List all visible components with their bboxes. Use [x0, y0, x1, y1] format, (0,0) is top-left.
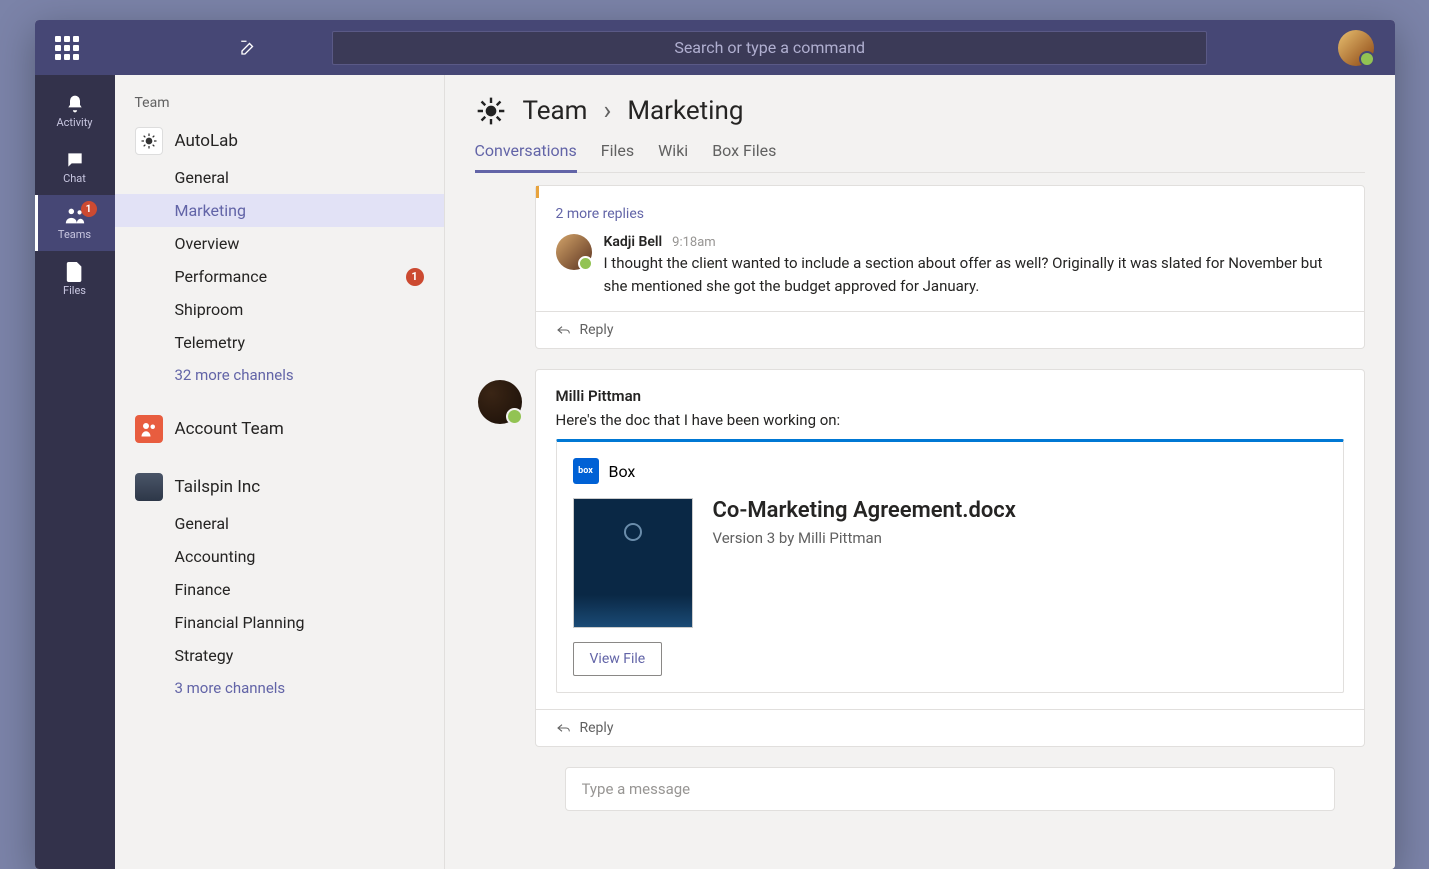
rail-activity-label: Activity: [56, 116, 92, 129]
rail-files-label: Files: [63, 284, 86, 297]
rail-files[interactable]: Files: [35, 251, 115, 307]
breadcrumb-team[interactable]: Team: [523, 96, 588, 126]
thread-collapsed-preview: [536, 186, 1364, 198]
team-row-autolab[interactable]: AutoLab: [115, 121, 444, 161]
attachment-body: Co-Marketing Agreement.docx Version 3 by…: [573, 498, 1327, 628]
channel-header: Team › Marketing Conversations Files Wik…: [445, 75, 1395, 173]
channel-ts-finance[interactable]: Finance: [115, 573, 444, 606]
rail-teams-label: Teams: [58, 228, 91, 241]
chevron-right-icon: ›: [604, 96, 612, 126]
search-bar: [332, 31, 1207, 65]
channel-telemetry[interactable]: Telemetry: [115, 326, 444, 359]
compose-box: [565, 767, 1335, 811]
channel-shiproom[interactable]: Shiproom: [115, 293, 444, 326]
channel-marketing[interactable]: Marketing: [115, 194, 444, 227]
reply-icon: [556, 722, 572, 734]
attachment-provider: box Box: [573, 458, 1327, 484]
reply-icon: [556, 324, 572, 336]
files-icon: [66, 262, 84, 282]
main-panel: Team › Marketing Conversations Files Wik…: [445, 75, 1395, 869]
search-input[interactable]: [332, 31, 1207, 65]
avatar-milli[interactable]: [478, 380, 522, 424]
post-header: Milli Pittman: [536, 370, 1364, 411]
more-channels-autolab[interactable]: 32 more channels: [115, 359, 444, 391]
attachment-thumbnail: [573, 498, 693, 628]
team-group-autolab: AutoLab General Marketing Overview Perfo…: [115, 121, 444, 391]
box-logo-icon: box: [573, 458, 599, 484]
post-card: Milli Pittman Here's the doc that I have…: [535, 369, 1365, 747]
channel-ts-general[interactable]: General: [115, 507, 444, 540]
rail-chat[interactable]: Chat: [35, 139, 115, 195]
thread-card: 2 more replies Kadji Bell 9:18am I thoug…: [535, 185, 1365, 349]
app-window: Activity Chat Teams 1 Files: [35, 20, 1395, 869]
reply-button[interactable]: Reply: [536, 709, 1364, 746]
breadcrumb: Team › Marketing: [475, 95, 1365, 127]
team-icon-account: [135, 415, 163, 443]
team-group-account: Account Team: [115, 409, 444, 449]
tab-wiki[interactable]: Wiki: [658, 141, 688, 172]
message-author: Kadji Bell: [604, 234, 663, 250]
team-logo-icon: [475, 95, 507, 127]
more-replies-link[interactable]: 2 more replies: [536, 198, 1364, 230]
rail-chat-label: Chat: [63, 172, 86, 185]
team-group-tailspin: Tailspin Inc General Accounting Finance …: [115, 467, 444, 704]
breadcrumb-channel: Marketing: [627, 96, 743, 126]
bell-icon: [65, 94, 85, 114]
compose-icon[interactable]: [239, 39, 257, 57]
rail-teams-badge: 1: [81, 201, 97, 217]
channel-tabs: Conversations Files Wiki Box Files: [475, 141, 1365, 173]
team-row-tailspin[interactable]: Tailspin Inc: [115, 467, 444, 507]
team-icon-autolab: [135, 127, 163, 155]
attachment-meta: Version 3 by Milli Pittman: [713, 529, 1016, 547]
channel-ts-financial-planning[interactable]: Financial Planning: [115, 606, 444, 639]
sidebar: Team AutoLab General Marketing Overview …: [115, 75, 445, 869]
message-time: 9:18am: [672, 235, 716, 250]
team-icon-tailspin: [135, 473, 163, 501]
user-avatar[interactable]: [1338, 30, 1374, 66]
team-row-account[interactable]: Account Team: [115, 409, 444, 449]
post-text: Here's the doc that I have been working …: [536, 411, 1364, 439]
avatar-kadji[interactable]: [556, 234, 592, 270]
rail-activity[interactable]: Activity: [35, 83, 115, 139]
messages-area: 2 more replies Kadji Bell 9:18am I thoug…: [445, 173, 1395, 869]
channel-ts-accounting[interactable]: Accounting: [115, 540, 444, 573]
sidebar-header: Team: [115, 95, 444, 121]
message-text: I thought the client wanted to include a…: [604, 252, 1344, 297]
rail-teams[interactable]: Teams 1: [35, 195, 115, 251]
attachment-title: Co-Marketing Agreement.docx: [713, 498, 1016, 523]
attachment-info: Co-Marketing Agreement.docx Version 3 by…: [713, 498, 1016, 628]
title-bar: [35, 20, 1395, 75]
tab-conversations[interactable]: Conversations: [475, 141, 577, 172]
app-launcher-icon[interactable]: [55, 36, 79, 60]
compose-input[interactable]: [565, 767, 1335, 811]
tab-files[interactable]: Files: [601, 141, 634, 172]
reply-button[interactable]: Reply: [536, 311, 1364, 348]
channel-overview[interactable]: Overview: [115, 227, 444, 260]
view-file-button[interactable]: View File: [573, 642, 663, 676]
more-channels-tailspin[interactable]: 3 more channels: [115, 672, 444, 704]
team-name: AutoLab: [175, 131, 238, 151]
team-name: Account Team: [175, 419, 284, 439]
reply-message: Kadji Bell 9:18am I thought the client w…: [536, 230, 1364, 311]
chat-icon: [65, 150, 85, 170]
channel-ts-strategy[interactable]: Strategy: [115, 639, 444, 672]
app-body: Activity Chat Teams 1 Files: [35, 75, 1395, 869]
attachment-card: box Box Co-Marketing Agreement.docx Vers…: [556, 439, 1344, 693]
tab-box-files[interactable]: Box Files: [712, 141, 776, 172]
team-name: Tailspin Inc: [175, 477, 261, 497]
app-rail: Activity Chat Teams 1 Files: [35, 75, 115, 869]
channel-badge: 1: [406, 268, 424, 286]
message-body: Kadji Bell 9:18am I thought the client w…: [604, 234, 1344, 297]
provider-label: Box: [609, 462, 636, 481]
post-author: Milli Pittman: [556, 387, 642, 405]
channel-general[interactable]: General: [115, 161, 444, 194]
channel-performance[interactable]: Performance 1: [115, 260, 444, 293]
